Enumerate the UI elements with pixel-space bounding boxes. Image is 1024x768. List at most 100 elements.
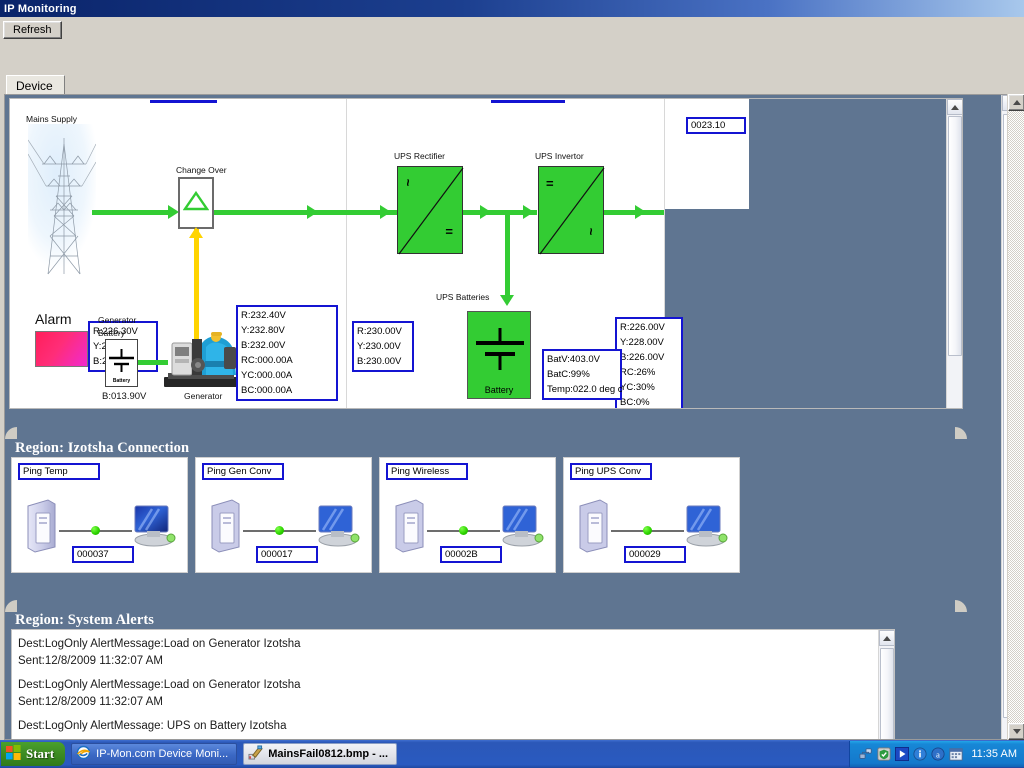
- generator-battery-symbol-caption: Battery: [106, 378, 137, 384]
- taskbar: Start IP-Mon.com Device Moni... MainsFai…: [0, 740, 1024, 768]
- server-tower-icon: [208, 498, 241, 558]
- alerts-scroll-up-button[interactable]: [879, 630, 895, 646]
- taskbar-item-0[interactable]: IP-Mon.com Device Moni...: [71, 743, 237, 765]
- client-area: Mains Supply: [4, 94, 1020, 740]
- ups-battery-caption: Battery: [468, 385, 530, 395]
- ping-value-2[interactable]: 00002B: [440, 546, 502, 563]
- ping-card-1[interactable]: Ping Gen Conv 000017: [195, 457, 372, 573]
- invertor-value-b: B:226.00V: [620, 350, 679, 365]
- ping-name-2[interactable]: Ping Wireless: [386, 463, 468, 480]
- ping-value-0[interactable]: 000037: [72, 546, 134, 563]
- system-tray: a 11:35 AM: [849, 741, 1024, 767]
- alert-message-2: Dest:LogOnly AlertMessage: UPS on Batter…: [12, 718, 894, 735]
- ping-name-1[interactable]: Ping Gen Conv: [202, 463, 284, 480]
- wire-arrow-3: [380, 205, 391, 219]
- ping-value-3[interactable]: 000029: [624, 546, 686, 563]
- rectifier-value-r: R:230.00V: [357, 324, 410, 339]
- refresh-button[interactable]: Refresh: [3, 21, 62, 39]
- alerts-scrollbar[interactable]: [878, 630, 894, 739]
- ping-card-0[interactable]: Ping Temp 000037: [11, 457, 188, 573]
- generator-value-y: Y:232.80V: [241, 323, 334, 338]
- chevron-up-icon: [951, 105, 959, 110]
- chevron-down-icon: [1013, 729, 1021, 734]
- ups-rectifier-values-box: R:230.00V Y:230.00V B:230.00V: [352, 321, 414, 372]
- ping-name-3[interactable]: Ping UPS Conv: [570, 463, 652, 480]
- ups-invertor-values-box: R:226.00V Y:228.00V B:226.00V RC:26% YC:…: [615, 317, 683, 409]
- invertor-value-yc: YC:30%: [620, 380, 679, 395]
- region-notch-right-1: [955, 427, 967, 439]
- invertor-value-y: Y:228.00V: [620, 335, 679, 350]
- ping-status-dot-1: [275, 526, 284, 535]
- diagram-divider-1: [346, 99, 347, 408]
- window-scroll-down-button[interactable]: [1008, 723, 1024, 740]
- alarm-label: Alarm: [35, 311, 72, 327]
- ups-batteries-label: UPS Batteries: [436, 292, 489, 302]
- ups-battery-block: Battery: [467, 311, 531, 399]
- ping-card-2[interactable]: Ping Wireless 00002B: [379, 457, 556, 573]
- monitor-icon: [682, 504, 730, 553]
- generator-battery-value: B:013.90V: [102, 391, 146, 402]
- wire-mains-to-changeover: [92, 210, 172, 215]
- rectifier-value-y: Y:230.00V: [357, 339, 410, 354]
- chevron-up-icon: [1013, 100, 1021, 105]
- invertor-value-bc: BC:0%: [620, 395, 679, 409]
- wire-arrow-6: [635, 205, 646, 219]
- taskbar-item-label-1: MainsFail0812.bmp - ...: [268, 748, 388, 760]
- diagram-scroll-up-button[interactable]: [947, 99, 963, 115]
- transmission-pylon-icon: [28, 124, 96, 279]
- calendar-icon[interactable]: [949, 747, 963, 761]
- diagram-scroll-thumb[interactable]: [948, 116, 962, 356]
- generator-battery-label-1: Generator: [98, 315, 136, 325]
- ups-invertor-block: = ~: [538, 166, 604, 254]
- windows-logo-icon: [6, 745, 21, 764]
- diagram-filler: [749, 99, 962, 408]
- alert-separator-1: [12, 711, 894, 718]
- battery-voltage-value: BatV:403.0V: [547, 352, 618, 367]
- alerts-scroll-thumb[interactable]: [880, 648, 894, 739]
- internet-explorer-icon: [76, 745, 91, 763]
- diagram-report-card: [665, 99, 749, 209]
- wire-invertor-out: [604, 210, 664, 215]
- window-titlebar: IP Monitoring: [0, 0, 1024, 17]
- window-title: IP Monitoring: [4, 3, 77, 15]
- temperature-readout-box[interactable]: 0023.10: [686, 117, 746, 134]
- region-notch-left-2: [5, 600, 17, 612]
- ups-rectifier-label: UPS Rectifier: [394, 151, 445, 161]
- acrobat-icon[interactable]: a: [931, 747, 945, 761]
- system-alerts-list[interactable]: Dest:LogOnly AlertMessage:Load on Genera…: [11, 629, 895, 739]
- ping-name-0[interactable]: Ping Temp: [18, 463, 100, 480]
- generator-value-r: R:232.40V: [241, 308, 334, 323]
- alarm-status-indicator: [35, 331, 88, 367]
- antivirus-icon[interactable]: [877, 747, 891, 761]
- window-scrollbar[interactable]: [1007, 94, 1024, 740]
- ping-status-dot-0: [91, 526, 100, 535]
- start-button[interactable]: Start: [1, 742, 65, 766]
- battery-charge-value: BatC:99%: [547, 367, 618, 382]
- generator-value-yc: YC:000.00A: [241, 368, 334, 383]
- region-izotsha-title: Region: Izotsha Connection: [15, 440, 189, 457]
- info-icon[interactable]: [913, 747, 927, 761]
- window-scroll-up-button[interactable]: [1008, 94, 1024, 111]
- changeover-label: Change Over: [176, 165, 227, 175]
- tray-clock[interactable]: 11:35 AM: [971, 748, 1017, 760]
- ups-rectifier-block: ~ =: [397, 166, 463, 254]
- wire-arrow-batteries: [500, 295, 514, 306]
- rectifier-output-symbol: =: [445, 224, 453, 239]
- ping-value-1[interactable]: 000017: [256, 546, 318, 563]
- generator-value-b: B:232.00V: [241, 338, 334, 353]
- mains-supply-label: Mains Supply: [26, 114, 77, 124]
- app-surface: Mains Supply: [5, 95, 1001, 739]
- network-icon[interactable]: [859, 747, 873, 761]
- diagram-scrollbar[interactable]: [946, 99, 962, 408]
- generator-battery-symbol: Battery: [105, 339, 138, 387]
- alert-sent-1: Sent:12/8/2009 11:32:07 AM: [12, 694, 894, 711]
- ping-card-3[interactable]: Ping UPS Conv 000029: [563, 457, 740, 573]
- ping-status-dot-3: [643, 526, 652, 535]
- battery-temperature-value: Temp:022.0 deg c: [547, 382, 618, 397]
- wire-to-ups-batteries: [505, 210, 510, 301]
- taskbar-item-1[interactable]: MainsFail0812.bmp - ...: [243, 743, 397, 765]
- monitor-icon: [498, 504, 546, 553]
- monitor-icon: [314, 504, 362, 553]
- media-player-icon[interactable]: [895, 747, 909, 761]
- ups-invertor-label: UPS Invertor: [535, 151, 584, 161]
